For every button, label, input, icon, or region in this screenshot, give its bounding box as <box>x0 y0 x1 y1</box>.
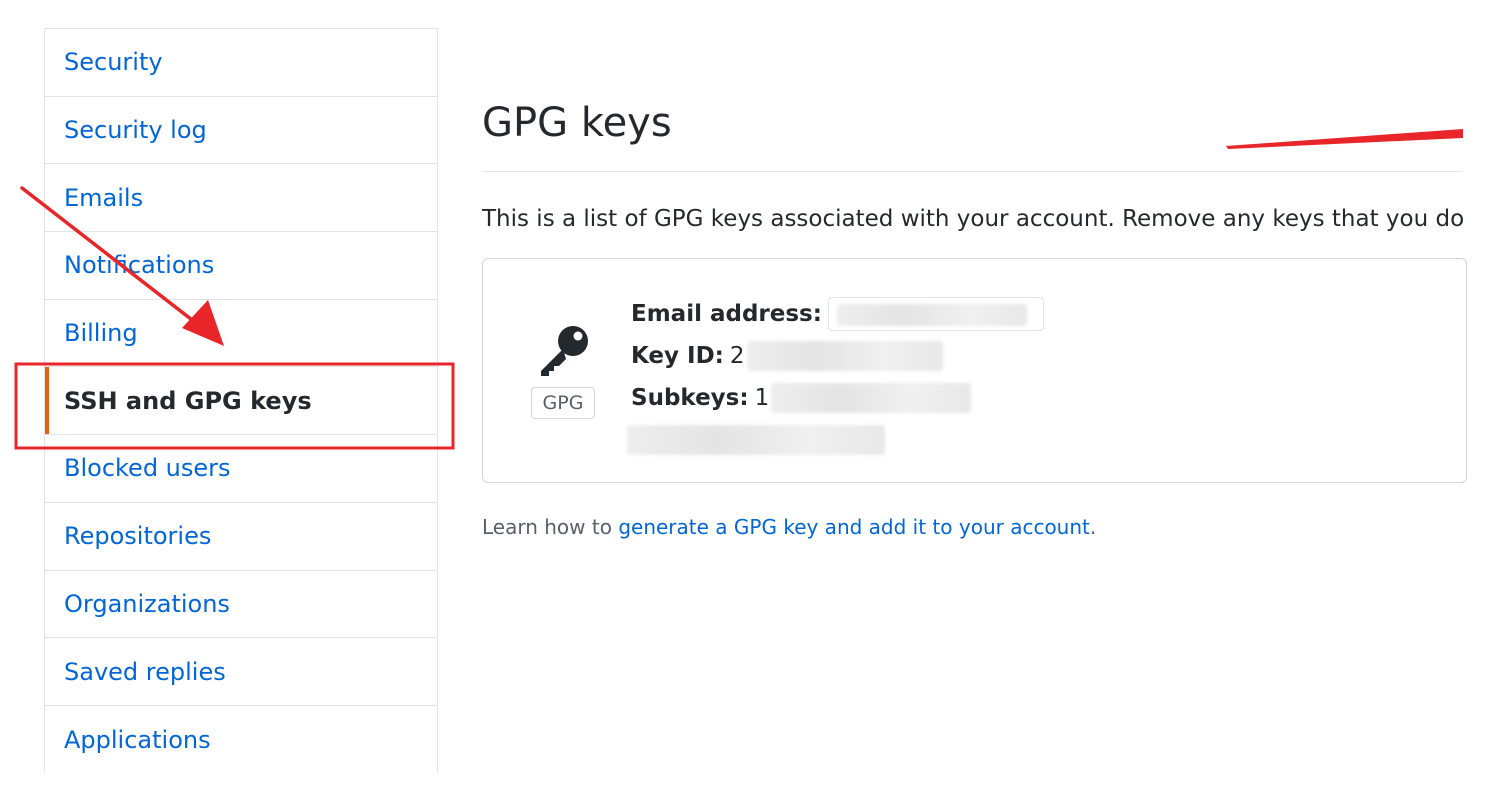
gpg-key-card: GPG Email address: Key ID: 2 Subkeys: 1 <box>482 258 1467 483</box>
sidebar-item-organizations[interactable]: Organizations <box>45 571 437 639</box>
email-label: Email address: <box>631 301 822 327</box>
redacted-key-id <box>746 341 943 371</box>
sidebar-item-billing[interactable]: Billing <box>45 300 437 368</box>
page-description: This is a list of GPG keys associated wi… <box>482 206 1463 232</box>
title-divider <box>482 171 1463 172</box>
help-prefix: Learn how to <box>482 515 619 539</box>
key-icon <box>541 326 588 376</box>
subkeys-row: Subkeys: 1 <box>631 377 1044 419</box>
sidebar-item-security[interactable]: Security <box>45 29 437 97</box>
key-id-row: Key ID: 2 <box>631 335 1044 377</box>
page-title: GPG keys <box>482 100 672 146</box>
sidebar-item-notifications[interactable]: Notifications <box>45 232 437 300</box>
sidebar-item-emails[interactable]: Emails <box>45 164 437 233</box>
key-id-label: Key ID: <box>631 343 724 369</box>
generate-gpg-key-link[interactable]: generate a GPG key and add it to your ac… <box>618 515 1090 539</box>
subkeys-visible: 1 <box>754 385 770 411</box>
redacted-subkeys-continued <box>627 425 885 455</box>
subkeys-continued-row <box>627 419 1044 461</box>
sidebar-item-security-log[interactable]: Security log <box>45 97 437 165</box>
sidebar-item-repositories[interactable]: Repositories <box>45 503 437 571</box>
redacted-subkeys <box>771 383 972 413</box>
sidebar-item-applications[interactable]: Applications <box>45 706 437 773</box>
settings-sidebar: Security Security log Emails Notificatio… <box>44 28 438 773</box>
sidebar-item-blocked-users[interactable]: Blocked users <box>45 435 437 503</box>
email-row: Email address: <box>631 293 1044 335</box>
help-text: Learn how to generate a GPG key and add … <box>482 515 1096 539</box>
sidebar-item-saved-replies[interactable]: Saved replies <box>45 638 437 706</box>
redacted-email <box>836 304 1027 326</box>
key-details: Email address: Key ID: 2 Subkeys: 1 <box>627 293 1044 461</box>
email-value <box>827 297 1044 331</box>
key-id-visible: 2 <box>729 343 745 369</box>
main-content: GPG keys This is a list of GPG keys asso… <box>482 0 1467 802</box>
subkeys-label: Subkeys: <box>631 385 749 411</box>
sidebar-item-ssh-gpg-keys[interactable]: SSH and GPG keys <box>45 367 437 436</box>
gpg-badge: GPG <box>531 387 595 419</box>
help-suffix: . <box>1089 515 1097 539</box>
